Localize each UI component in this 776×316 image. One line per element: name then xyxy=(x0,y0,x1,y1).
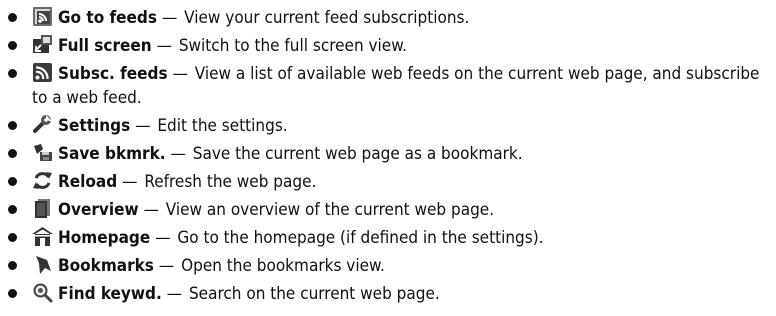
option-term: Settings xyxy=(58,116,131,136)
separator: — xyxy=(122,172,138,192)
separator: — xyxy=(170,144,186,164)
full-screen-icon xyxy=(32,34,53,55)
bullet xyxy=(8,41,17,50)
separator: — xyxy=(161,8,178,28)
option-term: Save bkmrk. xyxy=(58,144,166,164)
option-term: Go to feeds xyxy=(58,8,157,28)
list-item-bookmarks: Bookmarks — Open the bookmarks view. xyxy=(8,252,776,280)
separator: — xyxy=(156,36,172,56)
home-icon xyxy=(32,226,53,247)
menu-options-list: Go to feeds — View your current feed subs… xyxy=(0,0,776,308)
option-description: Search on the current web page. xyxy=(188,284,440,304)
bullet xyxy=(8,69,17,78)
separator: — xyxy=(155,228,171,248)
bullet xyxy=(8,177,17,186)
list-item-overview: Overview — View an overview of the curren… xyxy=(8,196,776,224)
option-description: View an overview of the current web page… xyxy=(165,200,495,220)
list-item-homepage: Homepage — Go to the homepage (if defined… xyxy=(8,224,776,252)
save-bookmark-icon xyxy=(32,142,53,163)
list-item-save-bookmark: Save bkmrk. — Save the current web page a… xyxy=(8,140,776,168)
bullet xyxy=(8,149,17,158)
bullet xyxy=(8,205,17,214)
bullet xyxy=(8,261,17,270)
separator: — xyxy=(143,200,159,220)
go-to-feeds-icon xyxy=(32,6,53,27)
option-term: Homepage xyxy=(58,228,151,248)
wrench-icon xyxy=(32,114,53,135)
overview-icon xyxy=(32,198,53,219)
option-description: Edit the settings. xyxy=(157,116,288,136)
list-item-go-to-feeds: Go to feeds — View your current feed subs… xyxy=(8,4,776,32)
bullet xyxy=(8,13,17,22)
option-term: Find keywd. xyxy=(58,284,162,304)
rss-feed-icon xyxy=(32,62,53,83)
option-description: Save the current web page as a bookmark. xyxy=(192,144,523,164)
separator: — xyxy=(158,256,175,276)
list-item-find-keyword: Find keywd. — Search on the current web p… xyxy=(8,280,776,308)
bullet xyxy=(8,121,17,130)
option-description: Go to the homepage (if defined in the se… xyxy=(177,228,544,248)
separator: — xyxy=(172,64,188,84)
list-item-subsc-feeds: Subsc. feeds — View a list of available w… xyxy=(8,60,776,112)
list-item-settings: Settings — Edit the settings. xyxy=(8,112,776,140)
option-description: View your current feed subscriptions. xyxy=(184,8,470,28)
option-term: Subsc. feeds xyxy=(58,64,168,84)
reload-icon xyxy=(32,170,53,191)
option-description: Switch to the full screen view. xyxy=(178,36,408,56)
bookmark-icon xyxy=(32,254,53,275)
find-keyword-icon xyxy=(32,282,53,303)
list-item-full-screen: Full screen — Switch to the full screen v… xyxy=(8,32,776,60)
option-description: Open the bookmarks view. xyxy=(181,256,385,276)
separator: — xyxy=(135,116,151,136)
option-term: Reload xyxy=(58,172,118,192)
list-item-reload: Reload — Refresh the web page. xyxy=(8,168,776,196)
bullet xyxy=(8,233,17,242)
separator: — xyxy=(166,284,183,304)
option-term: Full screen xyxy=(58,36,152,56)
option-term: Bookmarks xyxy=(58,256,154,276)
bullet xyxy=(8,289,17,298)
option-description: Refresh the web page. xyxy=(144,172,317,192)
option-term: Overview xyxy=(58,200,139,220)
